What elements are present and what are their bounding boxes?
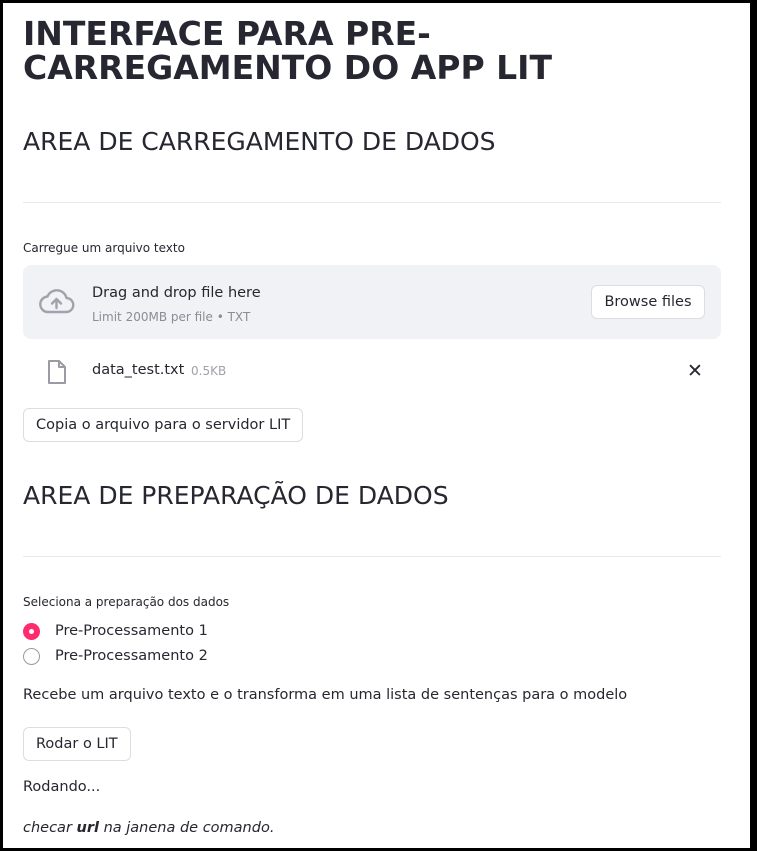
- hint-after: na janena de comando.: [98, 820, 275, 836]
- page-title: INTERFACE PARA PRE-CARREGAMENTO DO APP L…: [23, 14, 552, 87]
- radio-option-pre-processamento-1[interactable]: Pre-Processamento 1: [23, 620, 208, 642]
- hint-before: checar: [23, 820, 77, 836]
- divider: [23, 202, 721, 203]
- radio-option-pre-processamento-2[interactable]: Pre-Processamento 2: [23, 645, 208, 667]
- status-text: Rodando...: [23, 779, 101, 795]
- dropzone-limit-text: Limit 200MB per file • TXT: [92, 310, 251, 324]
- prep-section-heading: AREA DE PREPARAÇÃO DE DADOS: [23, 481, 449, 510]
- file-icon: [47, 359, 67, 389]
- upload-section-heading: AREA DE CARREGAMENTO DE DADOS: [23, 127, 496, 156]
- browse-files-button[interactable]: Browse files: [591, 285, 705, 319]
- app-window: INTERFACE PARA PRE-CARREGAMENTO DO APP L…: [3, 3, 750, 848]
- divider: [23, 556, 721, 557]
- file-dropzone[interactable]: Drag and drop file here Limit 200MB per …: [23, 265, 721, 339]
- cloud-upload-icon: [37, 287, 75, 319]
- uploaded-file-item: data_test.txt 0.5KB ✕: [23, 355, 721, 389]
- copy-to-server-button[interactable]: Copia o arquivo para o servidor LIT: [23, 408, 304, 442]
- file-name: data_test.txt: [92, 362, 185, 378]
- hint-text: checar url na janena de comando.: [23, 820, 274, 836]
- uploader-label: Carregue um arquivo texto: [23, 241, 185, 255]
- radio-label: Pre-Processamento 1: [55, 623, 208, 639]
- dropzone-title: Drag and drop file here: [92, 285, 261, 301]
- radio-unselected-icon[interactable]: [23, 647, 40, 665]
- radio-selected-icon[interactable]: [23, 622, 40, 640]
- description-text: Recebe um arquivo texto e o transforma e…: [23, 687, 628, 703]
- hint-url: url: [76, 820, 99, 836]
- run-lit-button[interactable]: Rodar o LIT: [23, 727, 131, 761]
- radio-group-label: Seleciona a preparação dos dados: [23, 595, 230, 609]
- radio-label: Pre-Processamento 2: [55, 648, 208, 664]
- file-size: 0.5KB: [191, 364, 227, 378]
- close-icon[interactable]: ✕: [683, 359, 707, 383]
